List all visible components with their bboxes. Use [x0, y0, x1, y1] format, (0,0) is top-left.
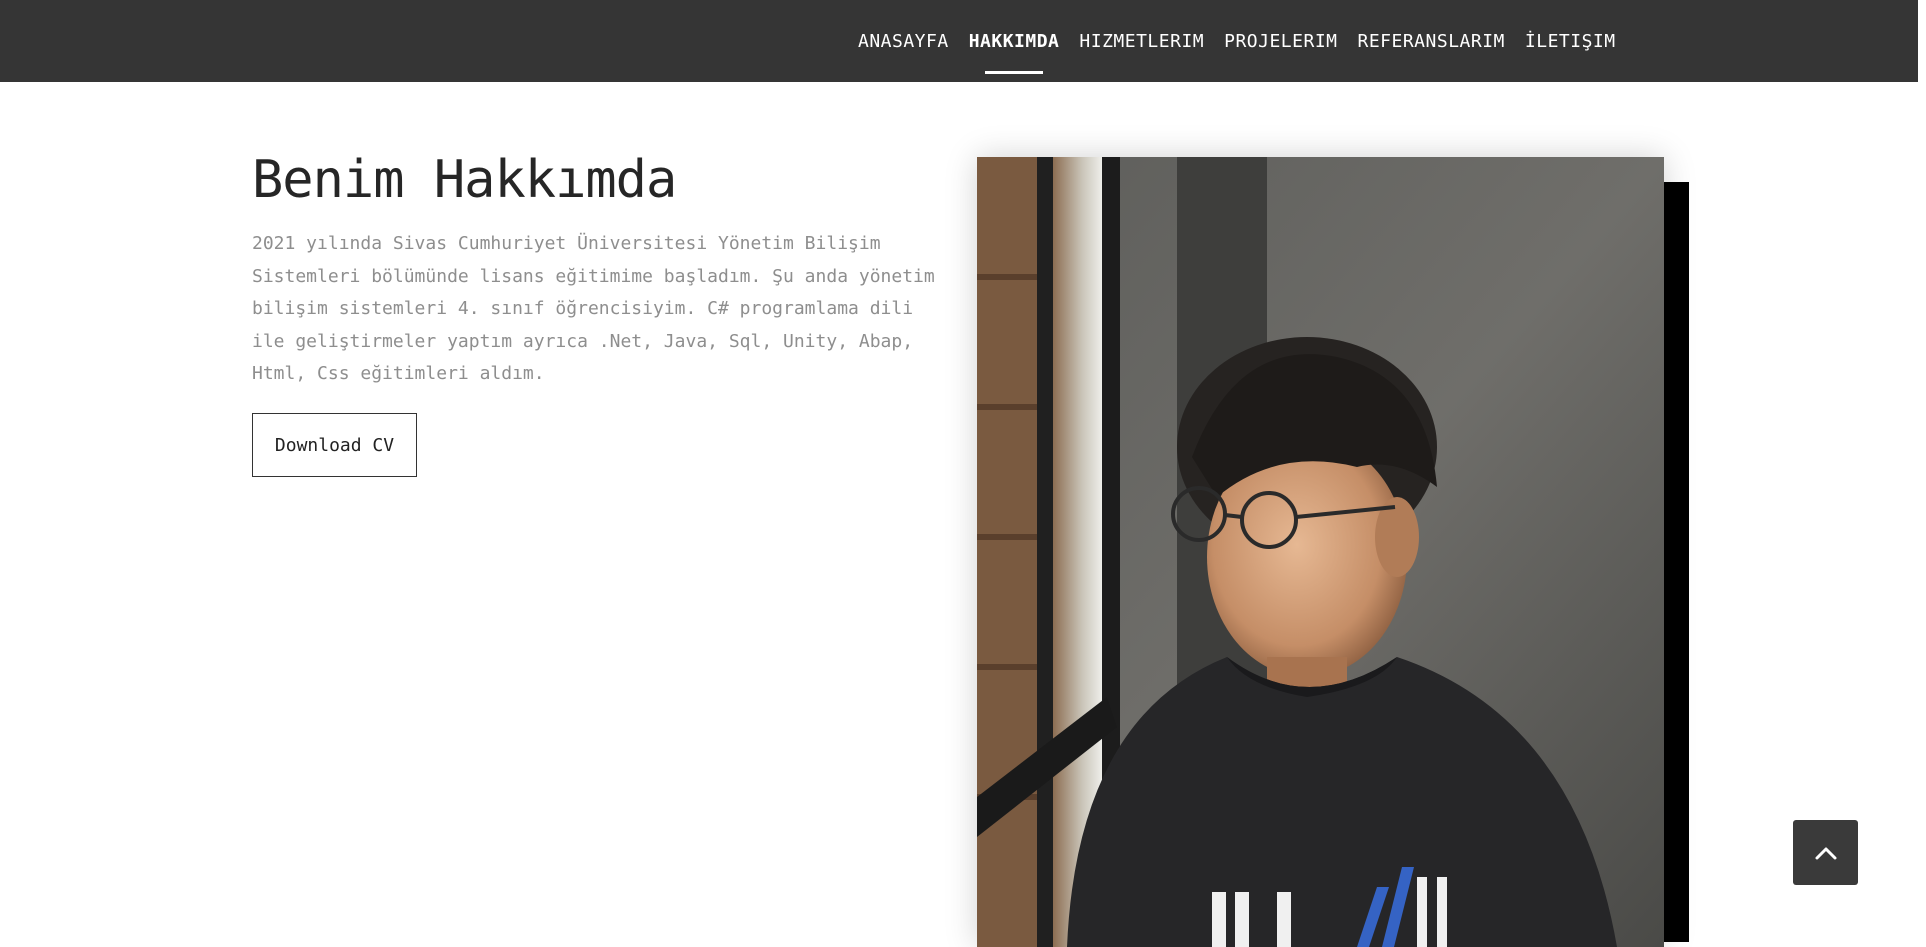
profile-photo	[977, 157, 1664, 947]
nav-item-hizmetlerim: HIZMETLERIM	[1079, 31, 1204, 52]
nav-menu: ANASAYFA HAKKIMDA HIZMETLERIM PROJELERIM…	[858, 0, 1616, 82]
scroll-to-top-button[interactable]	[1793, 820, 1858, 885]
nav-link-iletisim[interactable]: İLETIŞIM	[1525, 31, 1616, 52]
nav-item-projelerim: PROJELERIM	[1224, 31, 1337, 52]
chevron-up-icon	[1815, 847, 1836, 859]
nav-item-iletisim: İLETIŞIM	[1525, 31, 1616, 52]
nav-link-referanslarim[interactable]: REFERANSLARIM	[1358, 31, 1505, 52]
profile-photo-illustration	[977, 157, 1664, 947]
nav-link-anasayfa[interactable]: ANASAYFA	[858, 31, 949, 52]
nav-item-anasayfa: ANASAYFA	[858, 31, 949, 52]
nav-link-hakkimda[interactable]: HAKKIMDA	[968, 30, 1060, 74]
download-cv-button[interactable]: Download CV	[252, 413, 417, 477]
about-description: 2021 yılında Sivas Cumhuriyet Üniversite…	[252, 233, 935, 384]
nav-link-projelerim[interactable]: PROJELERIM	[1224, 31, 1337, 52]
active-nav-indicator	[985, 70, 1044, 74]
nav-link-hizmetlerim[interactable]: HIZMETLERIM	[1079, 31, 1204, 52]
nav-link-hakkimda-label: HAKKIMDA	[968, 30, 1060, 52]
nav-item-referanslarim: REFERANSLARIM	[1358, 31, 1505, 52]
nav-item-hakkimda: HAKKIMDA	[968, 30, 1060, 74]
about-title: Benim Hakkımda	[252, 150, 677, 210]
top-navbar: ANASAYFA HAKKIMDA HIZMETLERIM PROJELERIM…	[0, 0, 1918, 82]
